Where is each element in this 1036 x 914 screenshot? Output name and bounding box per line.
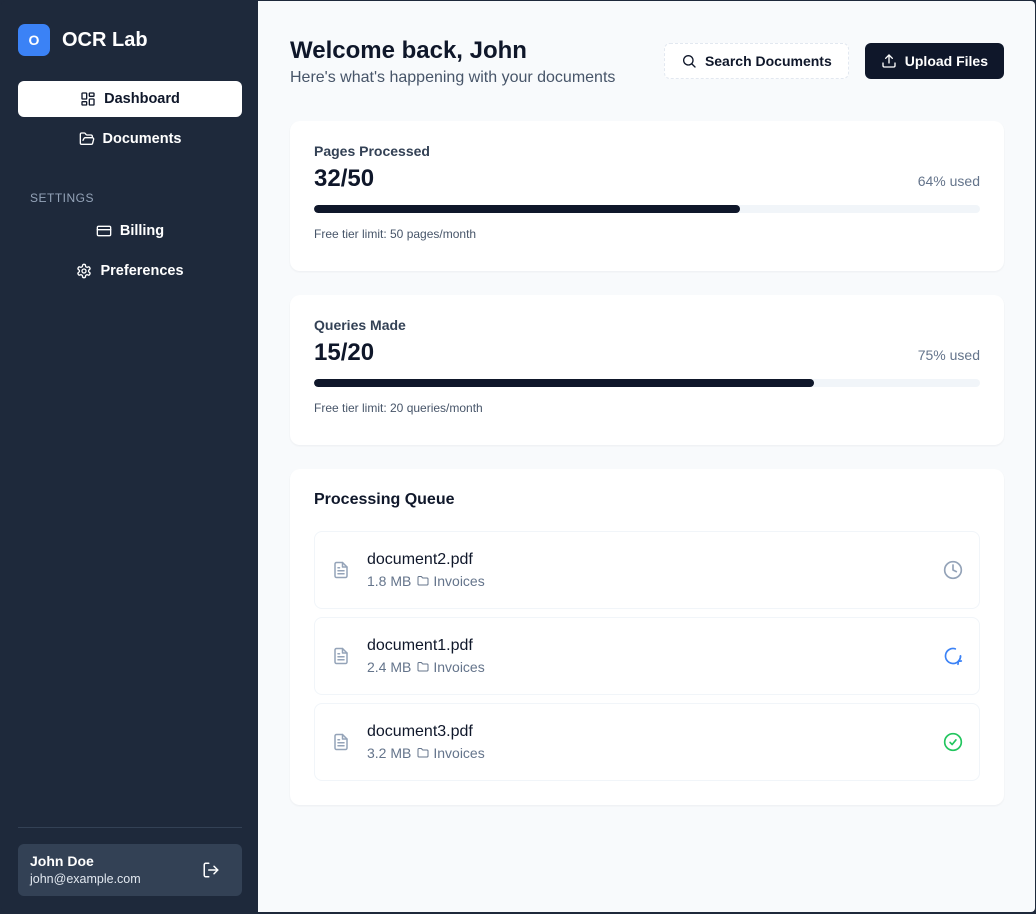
app-window: O OCR Lab Dashboard Documents SETTINGS B…: [1, 1, 1035, 912]
stat-used: 64% used: [917, 173, 980, 189]
refresh-icon: [944, 647, 963, 666]
sidebar-footer: John Doe john@example.com: [18, 827, 242, 896]
header-text: Welcome back, John Here's what's happeni…: [290, 37, 615, 87]
sidebar-item-billing[interactable]: Billing: [18, 213, 242, 249]
sidebar-item-dashboard[interactable]: Dashboard: [18, 81, 242, 117]
search-documents-label: Search Documents: [704, 53, 832, 69]
page-subtitle: Here's what's happening with your docume…: [290, 69, 616, 86]
file-size: 2.4 MB: [367, 659, 412, 675]
file-size: 1.8 MB: [367, 573, 412, 589]
main-content: Welcome back, John Here's what's happeni…: [258, 1, 1035, 912]
sidebar-item-label: Preferences: [100, 263, 184, 279]
header-actions: Search Documents Upload Files: [663, 43, 1004, 79]
folder-icon: [417, 748, 429, 758]
folder-icon: [417, 576, 429, 586]
folder-icon: [417, 662, 429, 672]
queue-item[interactable]: document3.pdf 3.2 MB Invoices: [314, 703, 980, 781]
stat-note: Free tier limit: 50 pages/month: [314, 227, 477, 241]
dashboard-icon: [81, 92, 95, 106]
user-card: John Doe john@example.com: [18, 844, 242, 896]
progress-bar: [314, 379, 980, 387]
file-meta: 3.2 MB Invoices: [367, 745, 485, 761]
search-icon: [682, 55, 696, 68]
user-name: John Doe: [30, 853, 94, 869]
file-text-icon: [334, 647, 348, 665]
queries-made-card: Queries Made 15/20 75% used Free tier li…: [290, 295, 1004, 445]
stat-row: 32/50 64% used: [314, 165, 980, 193]
search-documents-button[interactable]: Search Documents: [663, 43, 849, 79]
check-circle-icon: [943, 732, 963, 752]
folder-open-icon: [79, 132, 94, 145]
stat-row: 15/20 75% used: [314, 339, 980, 367]
gear-icon: [77, 263, 92, 279]
sidebar-item-label: Dashboard: [104, 91, 180, 107]
file-name: document1.pdf: [367, 637, 473, 654]
brand[interactable]: O OCR Lab: [1, 1, 258, 63]
sidebar-item-label: Billing: [119, 223, 165, 239]
stat-value: 15/20: [314, 339, 375, 366]
file-folder: Invoices: [433, 745, 485, 761]
progress-bar: [314, 205, 980, 213]
file-text-icon: [334, 733, 348, 751]
progress-bar-fill: [314, 379, 814, 387]
credit-card-icon: [96, 225, 112, 237]
settings-heading: SETTINGS: [30, 191, 95, 205]
upload-files-label: Upload Files: [904, 53, 988, 69]
sidebar-item-documents[interactable]: Documents: [18, 121, 242, 157]
sidebar-item-preferences[interactable]: Preferences: [18, 253, 242, 289]
sidebar-item-label: Documents: [102, 131, 182, 147]
file-folder: Invoices: [433, 659, 485, 675]
brand-name: OCR Lab: [62, 28, 148, 51]
page-header: Welcome back, John Here's what's happeni…: [290, 37, 1004, 121]
processing-queue-card: Processing Queue document2.pdf 1.8 MB In…: [290, 469, 1004, 805]
stat-note: Free tier limit: 20 queries/month: [314, 401, 483, 415]
file-info: document1.pdf 2.4 MB Invoices: [367, 637, 485, 675]
upload-icon: [882, 54, 896, 68]
user-email: john@example.com: [30, 872, 141, 886]
sidebar-nav: Dashboard Documents SETTINGS Billing Pre…: [1, 63, 258, 293]
stat-used: 75% used: [917, 347, 980, 363]
file-size: 3.2 MB: [367, 745, 412, 761]
clock-icon: [943, 560, 963, 580]
file-info: document3.pdf 3.2 MB Invoices: [367, 723, 485, 761]
queue-item[interactable]: document1.pdf 2.4 MB Invoices: [314, 617, 980, 695]
logout-icon[interactable]: [202, 861, 220, 879]
brand-logo: O: [18, 24, 50, 56]
file-info: document2.pdf 1.8 MB Invoices: [367, 551, 485, 589]
file-meta: 2.4 MB Invoices: [367, 659, 485, 675]
file-name: document3.pdf: [367, 723, 473, 740]
progress-bar-fill: [314, 205, 741, 213]
file-folder: Invoices: [433, 573, 485, 589]
stat-value: 32/50: [314, 165, 375, 192]
upload-files-button[interactable]: Upload Files: [864, 43, 1004, 79]
stat-label: Queries Made: [314, 317, 406, 333]
file-meta: 1.8 MB Invoices: [367, 573, 485, 589]
pages-processed-card: Pages Processed 32/50 64% used Free tier…: [290, 121, 1004, 271]
file-text-icon: [334, 561, 348, 579]
sidebar: O OCR Lab Dashboard Documents SETTINGS B…: [1, 1, 258, 912]
stat-label: Pages Processed: [314, 143, 430, 159]
queue-title: Processing Queue: [314, 491, 455, 508]
queue-item[interactable]: document2.pdf 1.8 MB Invoices: [314, 531, 980, 609]
file-name: document2.pdf: [367, 551, 473, 568]
page-title: Welcome back, John: [290, 37, 527, 64]
